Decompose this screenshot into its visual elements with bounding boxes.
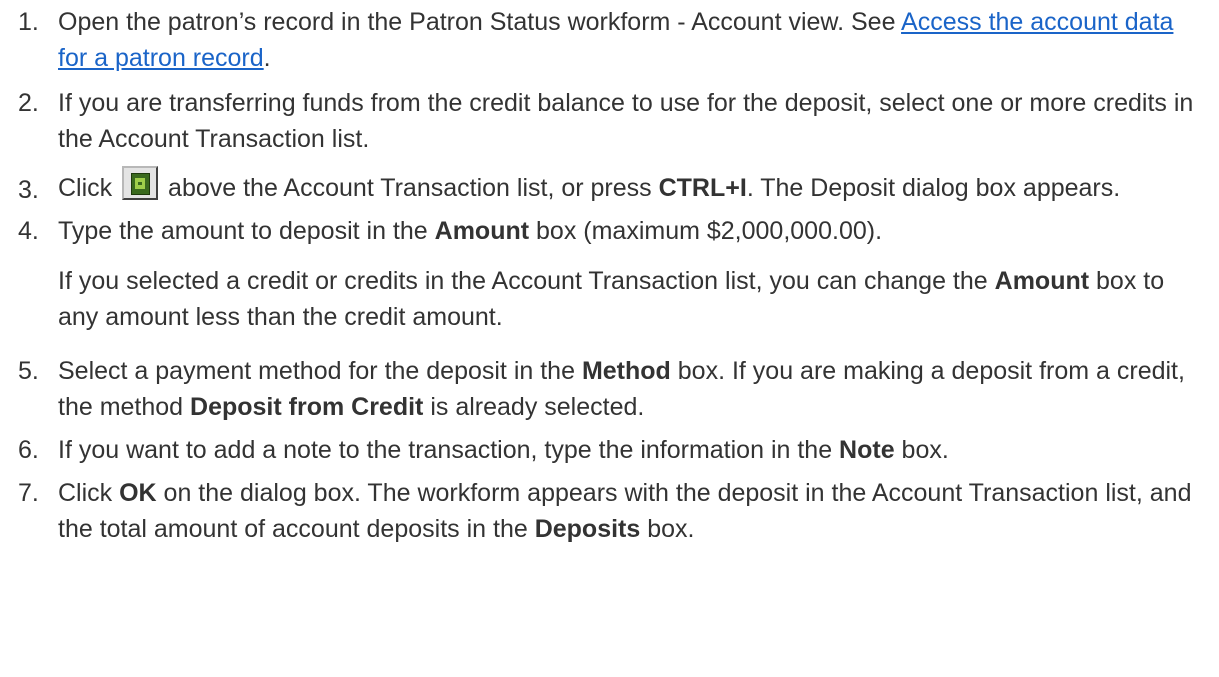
step-text: If you selected a credit or credits in t… [58, 267, 995, 295]
step-text: box. [640, 515, 695, 543]
step-text: above the Account Transaction list, or p… [161, 174, 659, 202]
step-number: 7. [18, 479, 39, 507]
field-name: Method [581, 357, 671, 385]
step-paragraph: If you selected a credit or credits in t… [58, 263, 1199, 335]
button-name: OK [119, 479, 157, 507]
step-number: 3. [18, 176, 39, 204]
deposit-card-icon [131, 173, 151, 195]
keyboard-shortcut: CTRL+I [658, 174, 747, 202]
step-text: If you are transferring funds from the c… [58, 89, 1194, 153]
step-number: 2. [18, 89, 39, 117]
field-name: Deposits [534, 515, 641, 543]
field-name: Note [839, 436, 895, 464]
method-value: Deposit from Credit [190, 393, 424, 421]
step-4: 4. Type the amount to deposit in the Amo… [0, 213, 1219, 335]
step-text: Select a payment method for the deposit … [58, 357, 582, 385]
step-1: 1. Open the patron’s record in the Patro… [0, 0, 1219, 76]
step-7: 7. Click OK on the dialog box. The workf… [0, 475, 1219, 547]
step-text: is already selected. [423, 393, 645, 421]
step-text: Click [58, 479, 120, 507]
step-text: Click [58, 174, 120, 202]
step-text: box (maximum $2,000,000.00). [529, 217, 883, 245]
step-6: 6. If you want to add a note to the tran… [0, 432, 1219, 468]
step-text: Open the patron’s record in the Patron S… [58, 8, 902, 36]
step-number: 1. [18, 8, 39, 36]
step-5: 5. Select a payment method for the depos… [0, 353, 1219, 425]
step-text: . [263, 44, 271, 72]
deposit-toolbar-icon [122, 166, 159, 200]
step-2: 2. If you are transferring funds from th… [0, 85, 1219, 157]
field-name: Amount [994, 267, 1090, 295]
procedure-steps: 1. Open the patron’s record in the Patro… [0, 0, 1219, 547]
step-text: . The Deposit dia­log box appears. [746, 174, 1121, 202]
step-number: 5. [18, 357, 39, 385]
step-text: Type the amount to deposit in the [58, 217, 435, 245]
field-name: Amount [434, 217, 530, 245]
step-text: box. [894, 436, 949, 464]
step-number: 4. [18, 217, 39, 245]
step-3: 3. Click above the Account Transaction l… [0, 166, 1219, 206]
step-paragraph: Type the amount to deposit in the Amount… [58, 213, 1199, 249]
step-number: 6. [18, 436, 39, 464]
step-text: If you want to add a note to the transac… [58, 436, 840, 464]
